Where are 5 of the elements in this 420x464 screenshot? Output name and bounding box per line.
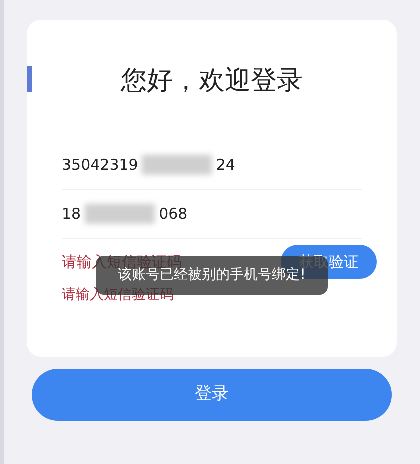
page-title: 您好，欢迎登录 <box>121 65 303 98</box>
field-value: 18 <box>62 204 82 225</box>
field-value: 068 <box>159 204 188 225</box>
field-value: 24 <box>216 154 236 176</box>
field-value: 35042319 <box>62 154 138 176</box>
